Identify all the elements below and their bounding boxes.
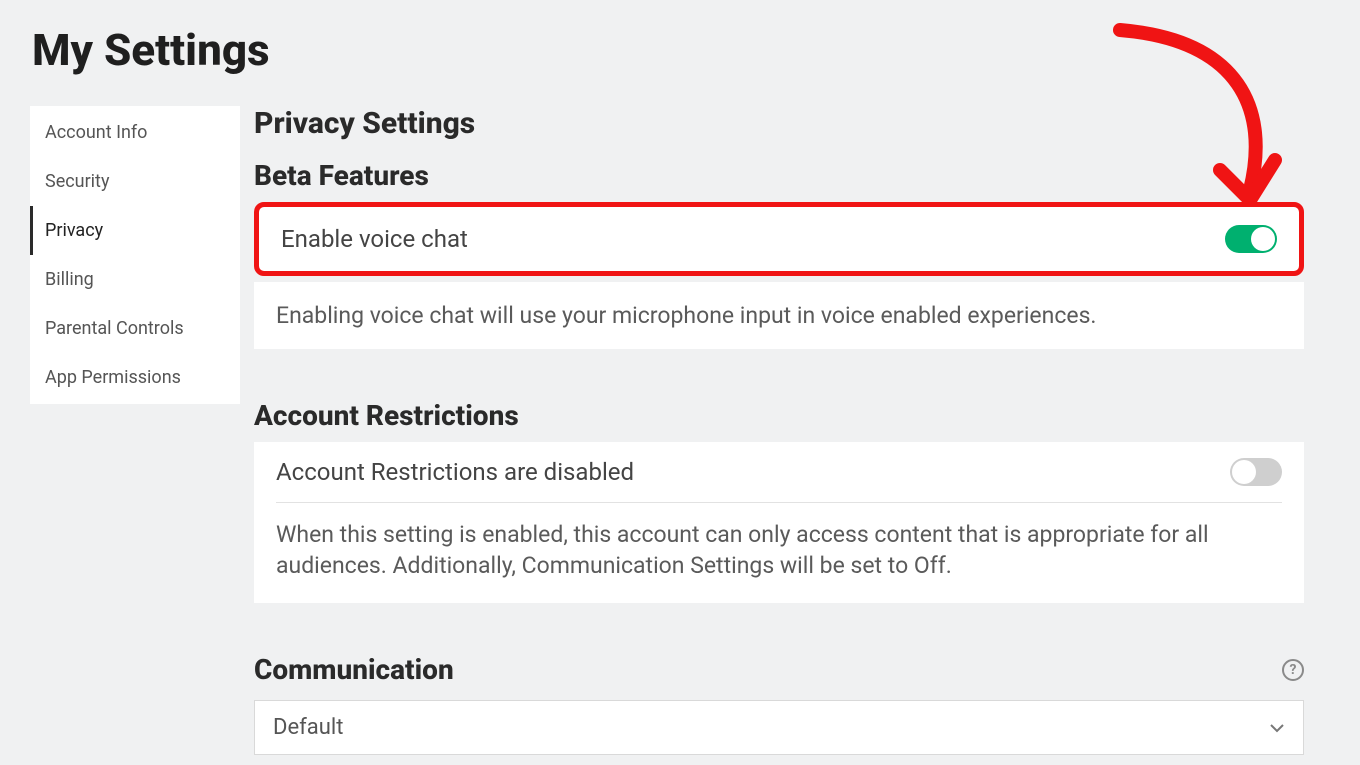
help-icon[interactable]: ? <box>1282 659 1304 681</box>
enable-voice-chat-row: Enable voice chat <box>254 202 1304 276</box>
communication-heading: Communication <box>254 653 454 686</box>
account-restrictions-card: Account Restrictions are disabled When t… <box>254 442 1304 603</box>
communication-select[interactable]: Default <box>254 700 1304 755</box>
voice-chat-description: Enabling voice chat will use your microp… <box>276 300 1282 331</box>
toggle-knob <box>1251 227 1275 251</box>
sidebar-item-privacy[interactable]: Privacy <box>30 206 240 255</box>
sidebar-item-billing[interactable]: Billing <box>30 255 240 304</box>
settings-sidebar: Account Info Security Privacy Billing Pa… <box>30 106 240 404</box>
toggle-knob <box>1232 460 1256 484</box>
chevron-down-icon <box>1269 720 1285 736</box>
sidebar-item-security[interactable]: Security <box>30 157 240 206</box>
page-title: My Settings <box>32 24 1330 76</box>
enable-voice-chat-toggle[interactable] <box>1225 225 1277 253</box>
account-restrictions-status: Account Restrictions are disabled <box>276 458 634 486</box>
voice-chat-desc-card: Enabling voice chat will use your microp… <box>254 282 1304 349</box>
enable-voice-chat-label: Enable voice chat <box>281 225 468 253</box>
main-content: Privacy Settings Beta Features Enable vo… <box>254 106 1304 755</box>
account-restrictions-toggle[interactable] <box>1230 458 1282 486</box>
privacy-settings-heading: Privacy Settings <box>254 106 1304 141</box>
account-restrictions-description: When this setting is enabled, this accou… <box>276 519 1282 581</box>
account-restrictions-heading: Account Restrictions <box>254 399 1304 432</box>
sidebar-item-app-permissions[interactable]: App Permissions <box>30 353 240 402</box>
communication-selected-value: Default <box>273 715 343 740</box>
sidebar-item-parental-controls[interactable]: Parental Controls <box>30 304 240 353</box>
beta-features-heading: Beta Features <box>254 159 1304 192</box>
sidebar-item-account-info[interactable]: Account Info <box>30 108 240 157</box>
divider <box>276 502 1282 503</box>
